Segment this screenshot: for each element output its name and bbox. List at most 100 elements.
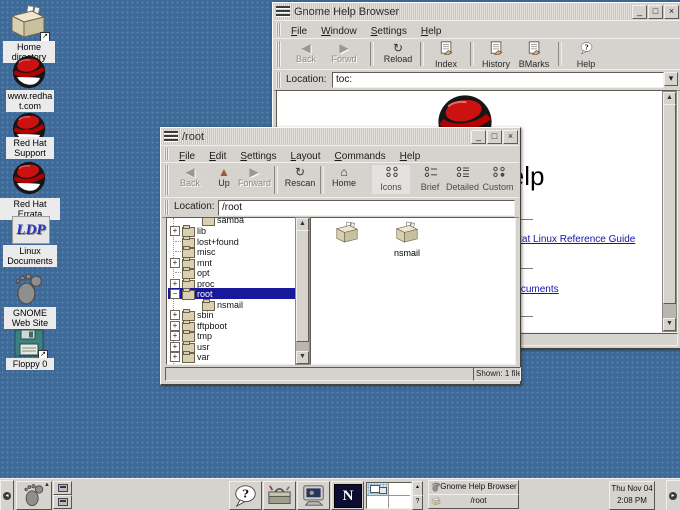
locationbar-grip[interactable] [276, 72, 281, 88]
location-dropdown-button[interactable]: ▾ [664, 72, 678, 86]
gmc-toolbar-up-button[interactable]: ▲Up [208, 165, 240, 191]
tree-item-usr[interactable]: +usr [168, 341, 295, 352]
toolbar-grip[interactable] [276, 41, 281, 67]
gmc-toolbar-brief-button[interactable]: Brief [414, 165, 446, 191]
task-button-root[interactable]: /root [428, 494, 519, 509]
tree-expander-icon[interactable]: + [170, 331, 180, 341]
help-toolbar-reload-button[interactable]: ↻Reload [380, 41, 416, 67]
gmc-toolbar-custom-button[interactable]: Custom [482, 165, 514, 191]
help-scrollbar[interactable]: ▲ ▼ [662, 91, 677, 332]
tree-item-opt[interactable]: opt [168, 267, 295, 278]
desktop-icon-red-hat-errata[interactable] [10, 161, 48, 195]
helpbubble-icon: ? [232, 484, 259, 507]
desktop-icon-linux-documents[interactable]: LDP [12, 216, 48, 242]
gmc-toolbar-back-button[interactable]: ◀Back [174, 165, 206, 191]
menubar-grip[interactable] [276, 23, 281, 36]
panel-hide-left-button[interactable]: ◂ [0, 480, 14, 510]
launcher-gnome-terminal[interactable] [297, 481, 330, 510]
toolbar-grip[interactable] [164, 165, 169, 195]
tree-expander-icon[interactable]: + [170, 310, 180, 320]
tree-item-lib[interactable]: +lib [168, 225, 295, 236]
active-desktop-quadrant[interactable] [367, 483, 389, 496]
gmc-titlebar[interactable]: /root _□× [162, 129, 519, 144]
tree-item-label: nsmail [217, 300, 243, 310]
desktop-icon-gnome-web-site[interactable] [12, 272, 46, 306]
launcher-gnome-configuration[interactable] [263, 481, 296, 510]
location-label: Location: [174, 201, 215, 212]
tree-scrollbar[interactable]: ▲ ▼ [295, 217, 310, 365]
desktop-icon-floppy-0[interactable]: ↗ [12, 328, 46, 358]
help-titlebar[interactable]: Gnome Help Browser _□× [274, 4, 680, 19]
minimize-button[interactable]: _ [471, 130, 486, 144]
panel-hide-right-button[interactable]: ▸ [666, 480, 680, 510]
help-menu-settings[interactable]: Settings [364, 24, 414, 39]
window-menu-icon[interactable] [164, 130, 178, 143]
scroll-down-icon[interactable]: ▼ [663, 318, 676, 331]
task-label: Gnome Help Browser [440, 482, 516, 491]
tree-expander-icon[interactable]: + [170, 226, 180, 236]
tree-expander-icon[interactable]: + [170, 258, 180, 268]
tree-item-proc[interactable]: +proc [168, 278, 295, 289]
gmc-toolbar-forward-button[interactable]: ▶Forward [238, 165, 270, 191]
pager-task-button[interactable]: ? [412, 495, 423, 510]
tree-item-samba[interactable]: samba [168, 217, 295, 225]
maximize-button[interactable]: □ [487, 130, 502, 144]
scrollbar-thumb[interactable] [296, 230, 309, 342]
tree-expander-icon[interactable]: − [170, 289, 180, 299]
desktop-icon-label: Floppy 0 [6, 358, 54, 370]
desktop-icon-home-directory[interactable]: ↗ [8, 4, 48, 40]
gmc-toolbar-icons-button[interactable]: Icons [372, 165, 410, 194]
tree-expander-icon[interactable]: + [170, 321, 180, 331]
menubar-grip[interactable] [164, 148, 169, 160]
help-toolbar-index-button[interactable]: Index [428, 41, 464, 67]
tree-item-mnt[interactable]: +mnt [168, 257, 295, 268]
location-input[interactable]: toc: [332, 72, 664, 88]
launcher-gnome-help[interactable]: ? [229, 481, 262, 510]
gmc-toolbar-detailed-button[interactable]: Detailed [446, 165, 478, 191]
help-toolbar-history-button[interactable]: History [478, 41, 514, 67]
maximize-button[interactable]: □ [648, 5, 663, 19]
main-menu-button[interactable]: ▲ [16, 481, 52, 510]
tree-item-root[interactable]: −root [168, 288, 295, 299]
task-button-help-browser[interactable]: Gnome Help Browser [428, 480, 519, 495]
file-icon-nsmail[interactable] [393, 221, 421, 244]
mini-applet-button-1[interactable] [53, 495, 72, 509]
help-toolbar-forwd-button[interactable]: ▶Forwd [326, 41, 362, 67]
tree-expander-icon[interactable]: + [170, 352, 180, 362]
tree-item-tftpboot[interactable]: +tftpboot [168, 320, 295, 331]
scroll-down-icon[interactable]: ▼ [296, 351, 309, 364]
gmc-toolbar-home-button[interactable]: ⌂Home [328, 165, 360, 191]
tree-item-label: misc [197, 247, 216, 257]
location-input[interactable]: /root [218, 200, 515, 216]
desktop-quadrant[interactable] [389, 483, 410, 496]
close-button[interactable]: × [503, 130, 518, 144]
desktop-icon-www-redhat-com[interactable] [10, 55, 48, 89]
tree-item-nsmail[interactable]: nsmail [168, 299, 295, 310]
tree-expander-icon[interactable]: + [170, 342, 180, 352]
launcher-netscape[interactable]: N [331, 481, 364, 510]
tree-item-var[interactable]: +var [168, 351, 295, 362]
help-toolbar-help-button[interactable]: ?Help [568, 41, 604, 67]
desktop-quadrant[interactable] [367, 496, 389, 508]
scrollbar-thumb[interactable] [663, 104, 676, 304]
window-menu-icon[interactable] [276, 5, 290, 18]
tree-item-sbin[interactable]: +sbin [168, 309, 295, 320]
help-menu-help[interactable]: Help [414, 24, 449, 39]
gmc-toolbar-rescan-button[interactable]: ↻Rescan [284, 165, 316, 191]
locationbar-grip[interactable] [164, 200, 169, 215]
tree-item-lost+found[interactable]: lost+found [168, 236, 295, 247]
file-icon-folder[interactable] [333, 221, 361, 244]
tree-expander-icon[interactable]: + [170, 279, 180, 289]
pager-arrow-button[interactable]: ▲ [412, 481, 423, 496]
mini-applet-button-0[interactable] [53, 481, 72, 495]
tree-item-tmp[interactable]: +tmp [168, 330, 295, 341]
help-toolbar-bmarks-button[interactable]: BMarks [516, 41, 552, 67]
help-toolbar-back-button[interactable]: ◀Back [288, 41, 324, 67]
tree-item-misc[interactable]: misc [168, 246, 295, 257]
desk-guide-applet[interactable] [366, 482, 412, 509]
close-button[interactable]: × [664, 5, 679, 19]
help-menu-window[interactable]: Window [314, 24, 364, 39]
tree-item-label: lost+found [197, 237, 239, 247]
minimize-button[interactable]: _ [632, 5, 647, 19]
help-menu-file[interactable]: File [284, 24, 314, 39]
